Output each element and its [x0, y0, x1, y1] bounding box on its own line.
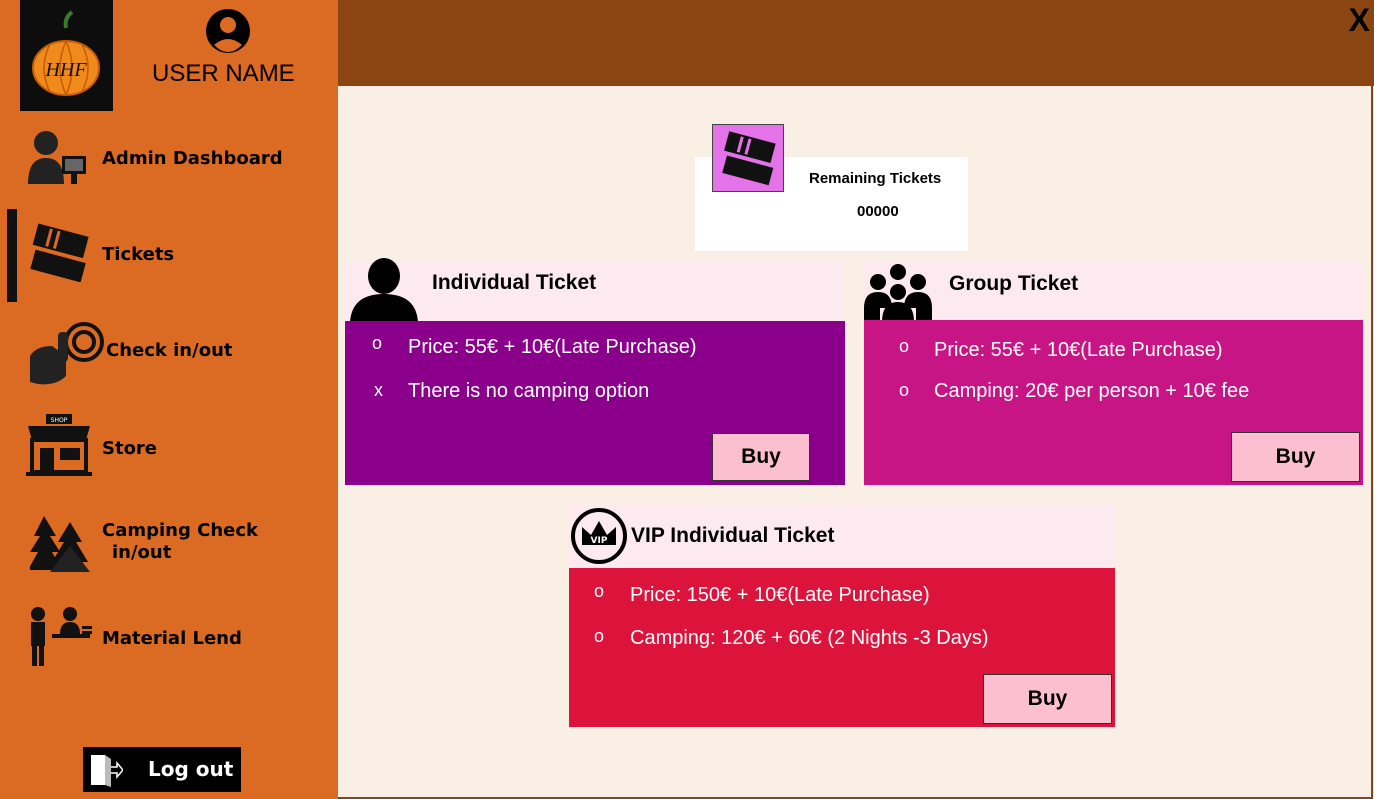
svg-text:HHF: HHF — [44, 59, 87, 81]
remaining-tickets-label: Remaining Tickets — [809, 170, 942, 187]
remaining-ticket-icon — [712, 124, 784, 192]
group-price: Price: 55€ + 10€(Late Purchase) — [934, 339, 1223, 361]
individual-buy-button[interactable]: Buy — [712, 433, 810, 481]
ticket-icon — [30, 223, 89, 282]
person-icon — [350, 258, 418, 322]
nav-check-in-out[interactable]: Check in/out — [0, 310, 338, 390]
individual-price: Price: 55€ + 10€(Late Purchase) — [408, 336, 697, 358]
svg-text:SHOP: SHOP — [51, 417, 68, 424]
individual-camping: There is no camping option — [408, 380, 650, 402]
bullet: o — [899, 336, 910, 356]
group-ticket-title: Group Ticket — [949, 272, 1079, 295]
logout-door-icon — [91, 755, 123, 787]
logout-label: Log out — [148, 757, 234, 781]
vip-camping: Camping: 120€ + 60€ (2 Nights -3 Days) — [630, 627, 989, 649]
close-button[interactable]: X — [1349, 2, 1370, 39]
bullet: o — [594, 581, 605, 601]
logout-button[interactable]: Log out — [83, 747, 241, 792]
individual-ticket-title: Individual Ticket — [432, 271, 597, 294]
nav-material-lend[interactable]: Material Lend — [0, 598, 338, 678]
user-name: USER NAME — [152, 60, 295, 87]
bullet: o — [899, 380, 910, 400]
nav-label: Tickets — [102, 244, 175, 265]
nav-tickets[interactable]: Tickets — [0, 210, 338, 290]
nav-label: Check in/out — [106, 340, 233, 361]
group-icon — [864, 264, 932, 322]
store-icon: SHOP — [26, 414, 92, 476]
vip-price: Price: 150€ + 10€(Late Purchase) — [630, 584, 930, 606]
nav-label: Camping Check — [102, 520, 259, 541]
user-avatar-icon[interactable] — [205, 8, 251, 54]
group-buy-button[interactable]: Buy — [1231, 432, 1360, 482]
nav-label: Material Lend — [102, 628, 242, 649]
nav-label-line2: in/out — [112, 542, 172, 563]
nav-label: Store — [102, 438, 158, 459]
nav-admin-dashboard[interactable]: Admin Dashboard — [0, 120, 338, 200]
material-lend-icon — [31, 607, 92, 666]
vip-crown-icon: VIP — [571, 508, 627, 564]
checkin-icon — [30, 322, 104, 385]
sidebar: HHF USER NAME Admin Dashboard Tickets Ch… — [0, 0, 338, 799]
nav-label: Admin Dashboard — [102, 148, 283, 169]
remaining-tickets-value: 00000 — [857, 203, 899, 220]
pumpkin-logo-icon: HHF — [32, 10, 100, 96]
vip-ticket-title: VIP Individual Ticket — [631, 524, 835, 547]
group-camping: Camping: 20€ per person + 10€ fee — [934, 380, 1250, 402]
nav-store[interactable]: SHOP Store — [0, 406, 338, 486]
camping-icon — [30, 516, 90, 572]
svg-text:VIP: VIP — [591, 536, 608, 546]
top-bar: X — [338, 0, 1374, 86]
vip-buy-button[interactable]: Buy — [983, 674, 1112, 724]
logo: HHF — [20, 0, 113, 111]
nav-camping-check-in-out[interactable]: Camping Check in/out — [0, 510, 338, 590]
admin-icon — [28, 131, 86, 184]
bullet: o — [372, 333, 383, 353]
bullet: x — [374, 380, 383, 400]
bullet: o — [594, 626, 605, 646]
